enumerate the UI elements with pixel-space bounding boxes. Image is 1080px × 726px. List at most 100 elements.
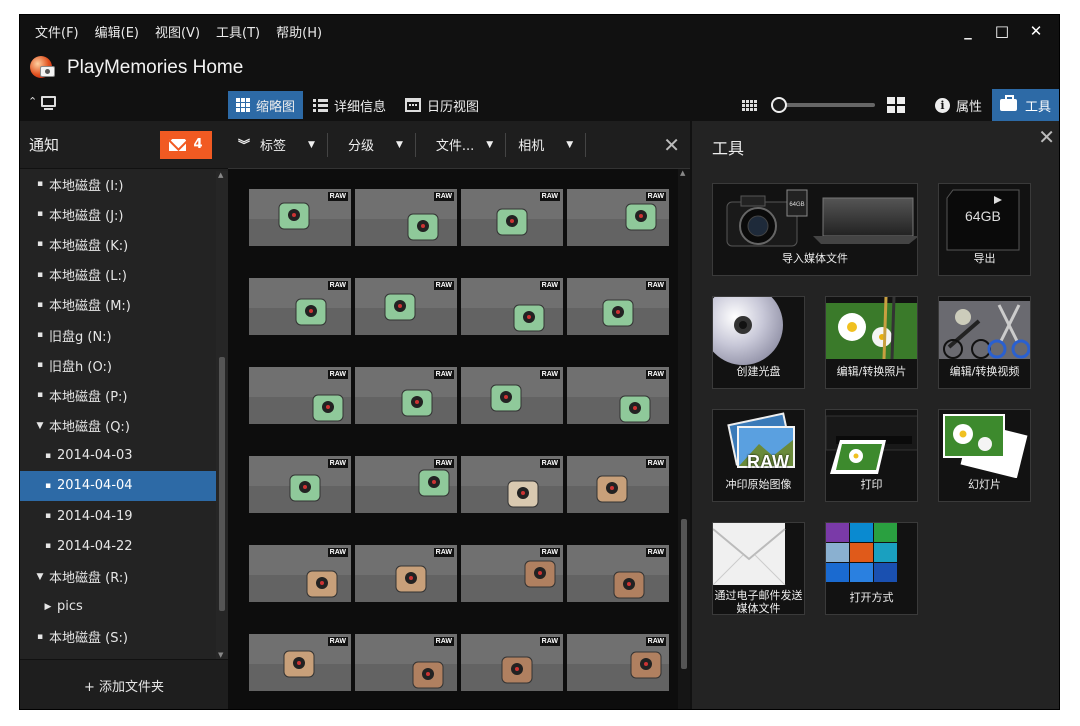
- tree-item[interactable]: ▪ 本地磁盘 (I:): [20, 169, 228, 199]
- menu-help[interactable]: 帮助(H): [276, 22, 322, 41]
- tool-export[interactable]: 64GB 导出: [938, 183, 1031, 276]
- menu-tools[interactable]: 工具(T): [216, 22, 260, 41]
- tree-item[interactable]: ▶ pics: [20, 592, 228, 622]
- expand-filters-icon[interactable]: ︾: [234, 136, 254, 153]
- photo-thumbnail[interactable]: RAW: [461, 634, 563, 691]
- tool-import[interactable]: 64GB 导入媒体文件: [712, 183, 918, 276]
- thumbnail-scrollbar[interactable]: ▲: [678, 169, 690, 709]
- photo-thumbnail[interactable]: RAW: [249, 278, 351, 335]
- tool-email[interactable]: 通过电子邮件发送媒体文件: [712, 522, 805, 615]
- tree-item[interactable]: ▪ 2014-04-03: [20, 441, 228, 471]
- notifications-badge[interactable]: 4: [160, 130, 212, 159]
- menu-view[interactable]: 视图(V): [155, 22, 200, 41]
- tab-details[interactable]: 详细信息: [305, 91, 394, 119]
- small-thumbnails-icon[interactable]: [741, 99, 757, 111]
- tree-item[interactable]: ▪ 本地磁盘 (P:): [20, 380, 228, 410]
- tree-item[interactable]: ▪ 旧盘g (N:): [20, 320, 228, 350]
- tree-item[interactable]: ▪ 2014-04-19: [20, 501, 228, 531]
- scrollbar-thumb[interactable]: [681, 519, 687, 669]
- tools-button[interactable]: 工具: [991, 89, 1059, 121]
- tree-item[interactable]: ▪ 旧盘h (O:): [20, 350, 228, 380]
- filter-tags[interactable]: 标签 ▼: [254, 132, 328, 157]
- tree-item[interactable]: ▪ 2014-04-04: [20, 470, 228, 502]
- add-folder-button[interactable]: + 添加文件夹: [20, 659, 228, 709]
- bullet-icon: ▪: [36, 299, 44, 310]
- minimize-button[interactable]: _: [951, 22, 985, 40]
- photo-thumbnail[interactable]: RAW: [249, 189, 351, 246]
- close-filter-icon[interactable]: ✕: [663, 133, 680, 157]
- menu-file[interactable]: 文件(F): [35, 22, 79, 41]
- tool-print[interactable]: 打印: [825, 409, 918, 502]
- thumbnail-size-slider[interactable]: [770, 97, 875, 113]
- filter-camera[interactable]: 相机 ▼: [506, 132, 587, 157]
- expanded-arrow-icon[interactable]: ▼: [34, 421, 46, 431]
- raw-badge: RAW: [433, 281, 454, 290]
- slider-thumb[interactable]: [770, 97, 787, 113]
- tree-item[interactable]: ▪ 本地磁盘 (K:): [20, 229, 228, 259]
- photo-thumbnail[interactable]: RAW: [567, 456, 669, 513]
- photo-thumbnail[interactable]: RAW: [355, 278, 457, 335]
- close-button[interactable]: ✕: [1019, 22, 1053, 40]
- scroll-up-icon[interactable]: ▲: [680, 169, 685, 177]
- photo-thumbnail[interactable]: RAW: [249, 634, 351, 691]
- folder-tree-scrollbar[interactable]: ▲ ▼: [216, 171, 228, 659]
- menu-edit[interactable]: 编辑(E): [95, 22, 139, 41]
- filter-rating[interactable]: 分级 ▼: [328, 132, 416, 157]
- photo-thumbnail[interactable]: RAW: [355, 189, 457, 246]
- tree-item[interactable]: ▪ 本地磁盘 (J:): [20, 199, 228, 229]
- photo-thumbnail[interactable]: RAW: [567, 634, 669, 691]
- tree-item[interactable]: ▼ 本地磁盘 (Q:): [20, 411, 228, 441]
- photo-thumbnail[interactable]: RAW: [461, 456, 563, 513]
- chevron-down-icon: ▼: [566, 139, 574, 150]
- tool-slideshow[interactable]: 幻灯片: [938, 409, 1031, 502]
- scroll-down-icon[interactable]: ▼: [218, 651, 223, 659]
- photo-thumbnail[interactable]: RAW: [249, 545, 351, 602]
- photo-thumbnail[interactable]: RAW: [567, 278, 669, 335]
- thumbnail-row: RAW RAW RAW RAW: [249, 545, 669, 602]
- properties-button[interactable]: i 属性: [925, 89, 992, 121]
- collapse-toggle[interactable]: ⌃: [28, 95, 57, 110]
- tool-open-with[interactable]: 打开方式: [825, 522, 918, 615]
- tool-edit-video[interactable]: 编辑/转换视频: [938, 296, 1031, 389]
- tree-item-label: 2014-04-22: [57, 538, 133, 554]
- photo-thumbnail[interactable]: RAW: [567, 367, 669, 424]
- photo-thumbnail[interactable]: RAW: [249, 456, 351, 513]
- expanded-arrow-icon[interactable]: ▼: [34, 572, 46, 582]
- photo-thumbnail[interactable]: RAW: [461, 189, 563, 246]
- tree-item[interactable]: ▼ 本地磁盘 (R:): [20, 561, 228, 591]
- tab-thumbnails[interactable]: 缩略图: [228, 91, 304, 119]
- collapsed-arrow-icon[interactable]: ▶: [42, 602, 54, 612]
- filter-file[interactable]: 文件... ▼: [416, 132, 507, 157]
- tool-edit-photo[interactable]: 编辑/转换照片: [825, 296, 918, 389]
- photo-thumbnail[interactable]: RAW: [249, 367, 351, 424]
- tool-create-disc[interactable]: 创建光盘: [712, 296, 805, 389]
- thumbnail-row: RAW RAW RAW RAW: [249, 634, 669, 691]
- properties-label: 属性: [955, 99, 982, 115]
- close-panel-icon[interactable]: ✕: [1038, 125, 1055, 149]
- maximize-button[interactable]: □: [985, 22, 1019, 40]
- photo-thumbnail[interactable]: RAW: [567, 189, 669, 246]
- scroll-up-icon[interactable]: ▲: [218, 171, 223, 179]
- notification-count: 4: [193, 137, 203, 152]
- scrollbar-thumb[interactable]: [219, 357, 225, 611]
- photo-thumbnail[interactable]: RAW: [461, 278, 563, 335]
- app-title: PlayMemories Home: [67, 57, 244, 78]
- photo-thumbnail[interactable]: RAW: [567, 545, 669, 602]
- photo-thumbnail[interactable]: RAW: [355, 456, 457, 513]
- tree-item[interactable]: ▪ 2014-04-22: [20, 531, 228, 561]
- tab-calendar[interactable]: 日历视图: [397, 91, 487, 119]
- photo-thumbnail[interactable]: RAW: [355, 634, 457, 691]
- raw-badge: RAW: [539, 548, 560, 557]
- tree-item[interactable]: ▪ 本地磁盘 (L:): [20, 260, 228, 290]
- photo-thumbnail[interactable]: RAW: [355, 545, 457, 602]
- photo-thumbnail[interactable]: RAW: [461, 367, 563, 424]
- tool-develop-raw[interactable]: RAW 冲印原始图像: [712, 409, 805, 502]
- large-thumbnails-icon[interactable]: [886, 97, 905, 113]
- photo-thumbnail[interactable]: RAW: [355, 367, 457, 424]
- photo-thumbnail[interactable]: RAW: [461, 545, 563, 602]
- bullet-icon: ▪: [36, 239, 44, 250]
- tree-item-label: 本地磁盘 (L:): [49, 269, 127, 285]
- tree-item[interactable]: ▪ 本地磁盘 (S:): [20, 622, 228, 652]
- thumbnail-row: RAW RAW RAW RAW: [249, 189, 669, 246]
- tree-item[interactable]: ▪ 本地磁盘 (M:): [20, 290, 228, 320]
